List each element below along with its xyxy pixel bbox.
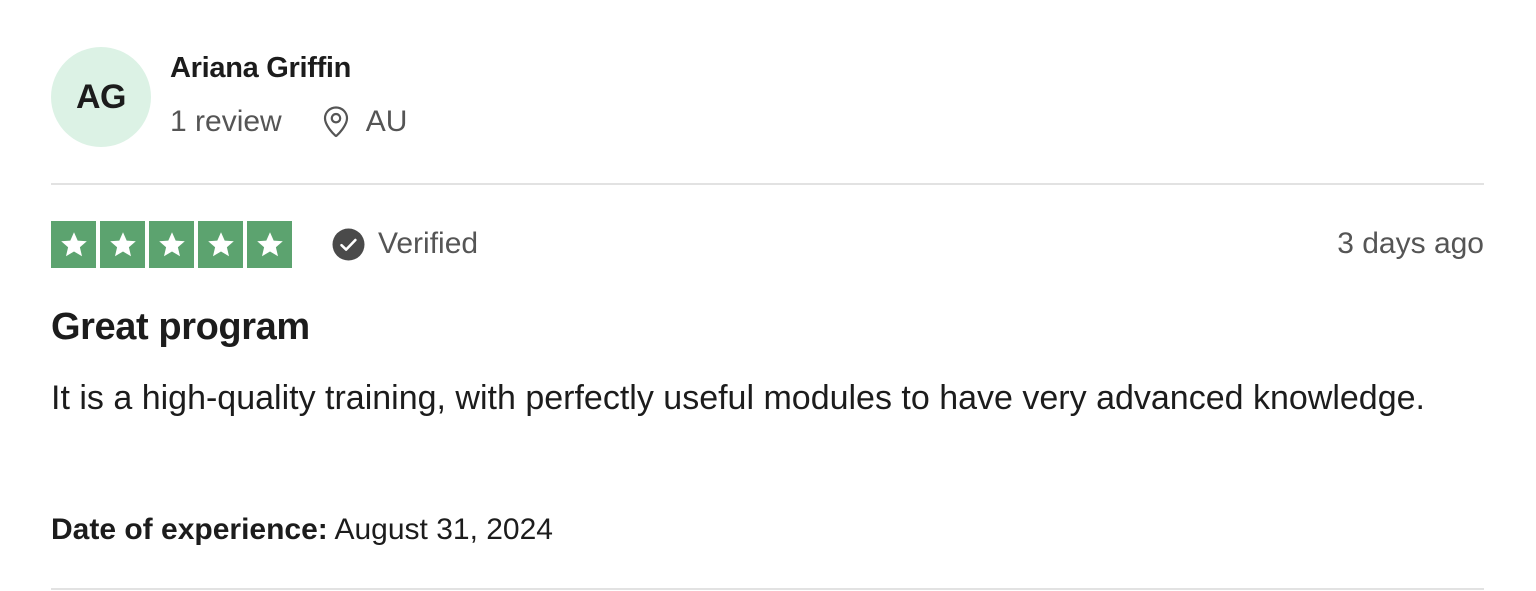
avatar-initials: AG (76, 77, 127, 116)
header-divider (51, 183, 1484, 185)
experience-date: August 31, 2024 (334, 513, 553, 546)
footer-divider (51, 588, 1484, 590)
check-circle-icon (332, 228, 365, 261)
review-card: AG Ariana Griffin 1 review AU Verified 3… (0, 0, 1536, 591)
consumer-meta: 1 review AU (170, 102, 407, 142)
date-of-experience: Date of experience: August 31, 2024 (51, 513, 553, 547)
star-rating (51, 221, 292, 268)
star-icon (100, 221, 145, 268)
consumer-location: AU (320, 105, 408, 139)
star-icon (51, 221, 96, 268)
star-icon (247, 221, 292, 268)
location-label: AU (365, 105, 408, 138)
consumer-name[interactable]: Ariana Griffin (170, 52, 351, 85)
star-icon (198, 221, 243, 268)
location-pin-icon (320, 105, 352, 139)
review-title[interactable]: Great program (51, 306, 310, 349)
experience-label: Date of experience: (51, 513, 328, 546)
star-icon (149, 221, 194, 268)
avatar[interactable]: AG (51, 47, 151, 147)
verified-badge[interactable]: Verified (332, 224, 478, 264)
review-count: 1 review (170, 105, 282, 138)
review-text: It is a high-quality training, with perf… (51, 379, 1425, 417)
verified-label: Verified (378, 227, 479, 260)
review-date: 3 days ago (1337, 227, 1484, 260)
